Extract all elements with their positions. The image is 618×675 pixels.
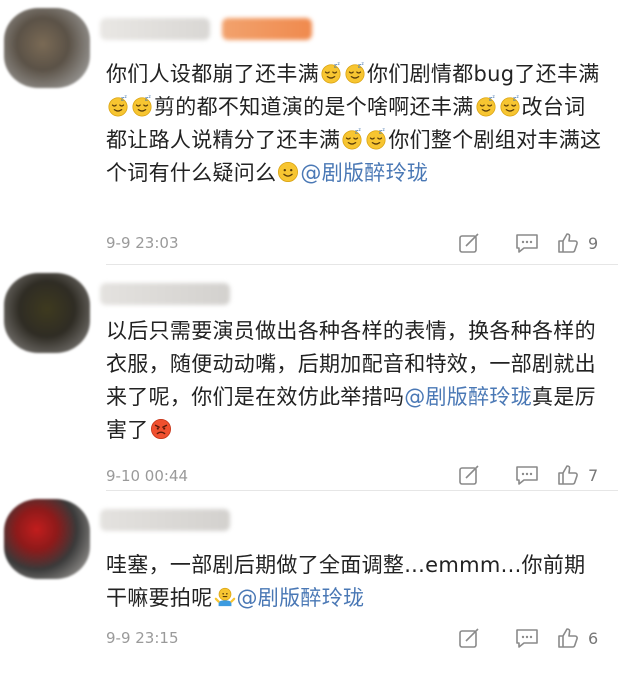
svg-text:z: z bbox=[516, 95, 519, 100]
svg-text:z: z bbox=[359, 128, 362, 133]
like-count: 6 bbox=[588, 628, 599, 648]
thumbs-up-icon bbox=[558, 233, 578, 253]
angry-face-icon bbox=[150, 417, 172, 439]
sleepy-face-icon: zz bbox=[107, 94, 129, 117]
action-bar: 6 bbox=[440, 625, 602, 651]
like-button[interactable]: 6 bbox=[556, 626, 602, 650]
timestamp: 9-9 23:03 bbox=[106, 234, 179, 252]
svg-text:z: z bbox=[383, 128, 386, 133]
timestamp: 9-10 00:44 bbox=[106, 467, 189, 485]
edit-share-icon bbox=[459, 628, 479, 648]
comment-button[interactable] bbox=[498, 230, 556, 256]
like-count: 7 bbox=[588, 465, 599, 485]
sleepy-face-icon: zz bbox=[320, 61, 342, 84]
comment-text-segment: 你们剧情都bug了还丰满 bbox=[367, 62, 600, 86]
action-bar: 7 bbox=[440, 462, 602, 488]
timestamp: 9-9 23:15 bbox=[106, 629, 179, 647]
edit-share-icon bbox=[459, 465, 479, 485]
username[interactable] bbox=[100, 283, 230, 305]
username[interactable] bbox=[100, 509, 230, 531]
comment-item: 以后只需要演员做出各种各样的表情，换各种各样的衣服，随便动动嘴，后期加配音和特效… bbox=[0, 265, 618, 490]
comment-text-segment: 你们人设都崩了还丰满 bbox=[106, 62, 319, 86]
comment-text: 你们人设都崩了还丰满 z z z z 你们剧情都bug了还丰满 z z z z 剪的都不知道演的是个… bbox=[106, 58, 606, 190]
repost-button[interactable] bbox=[440, 625, 498, 651]
sleepy-face-icon: zz bbox=[131, 94, 153, 117]
comment-text-segment: 剪的都不知道演的是个啥啊还丰满 bbox=[154, 95, 474, 119]
like-button[interactable]: 9 bbox=[556, 231, 602, 255]
repost-button[interactable] bbox=[440, 230, 498, 256]
sleepy-face-icon: zz bbox=[365, 127, 387, 150]
comment-bubble-icon bbox=[516, 234, 538, 253]
sleepy-face-icon: zz bbox=[344, 61, 366, 84]
sleepy-face-icon: zz bbox=[499, 94, 521, 117]
mention-link[interactable]: @剧版醉玲珑 bbox=[300, 161, 428, 185]
thumbs-up-icon bbox=[558, 465, 578, 485]
comment-bubble-icon bbox=[516, 629, 538, 648]
mention-link[interactable]: @剧版醉玲珑 bbox=[237, 586, 365, 610]
sleepy-face-icon: zz bbox=[341, 127, 363, 150]
svg-text:z: z bbox=[361, 62, 364, 67]
svg-text:z: z bbox=[492, 95, 495, 100]
avatar[interactable] bbox=[4, 273, 90, 353]
comment-bubble-icon bbox=[516, 466, 538, 485]
repost-button[interactable] bbox=[440, 462, 498, 488]
like-count: 9 bbox=[588, 233, 599, 253]
comment-button[interactable] bbox=[498, 462, 556, 488]
comment-text: 哇塞，一部剧后期做了全面调整...emmm...你前期干嘛要拍呢 @剧版醉玲珑 bbox=[106, 549, 606, 615]
comment-item: 你们人设都崩了还丰满 z z z z 你们剧情都bug了还丰满 z z z z 剪的都不知道演的是个… bbox=[0, 0, 618, 265]
svg-text:z: z bbox=[148, 95, 151, 100]
svg-text:z: z bbox=[337, 62, 340, 67]
smile-face-icon bbox=[277, 160, 299, 182]
like-button[interactable]: 7 bbox=[556, 463, 602, 487]
comment-item: 哇塞，一部剧后期做了全面调整...emmm...你前期干嘛要拍呢 @剧版醉玲珑 9… bbox=[0, 491, 618, 675]
avatar[interactable] bbox=[4, 8, 90, 88]
comment-button[interactable] bbox=[498, 625, 556, 651]
username[interactable] bbox=[222, 18, 312, 40]
mention-link[interactable]: @剧版醉玲珑 bbox=[404, 385, 532, 409]
username[interactable] bbox=[100, 18, 210, 40]
edit-share-icon bbox=[459, 233, 479, 253]
sleepy-face-icon: zz bbox=[475, 94, 497, 117]
shrug-icon bbox=[214, 585, 236, 607]
avatar[interactable] bbox=[4, 499, 90, 579]
svg-text:z: z bbox=[124, 95, 127, 100]
comment-text: 以后只需要演员做出各种各样的表情，换各种各样的衣服，随便动动嘴，后期加配音和特效… bbox=[106, 315, 606, 447]
action-bar: 9 bbox=[440, 230, 602, 256]
thumbs-up-icon bbox=[558, 628, 578, 648]
